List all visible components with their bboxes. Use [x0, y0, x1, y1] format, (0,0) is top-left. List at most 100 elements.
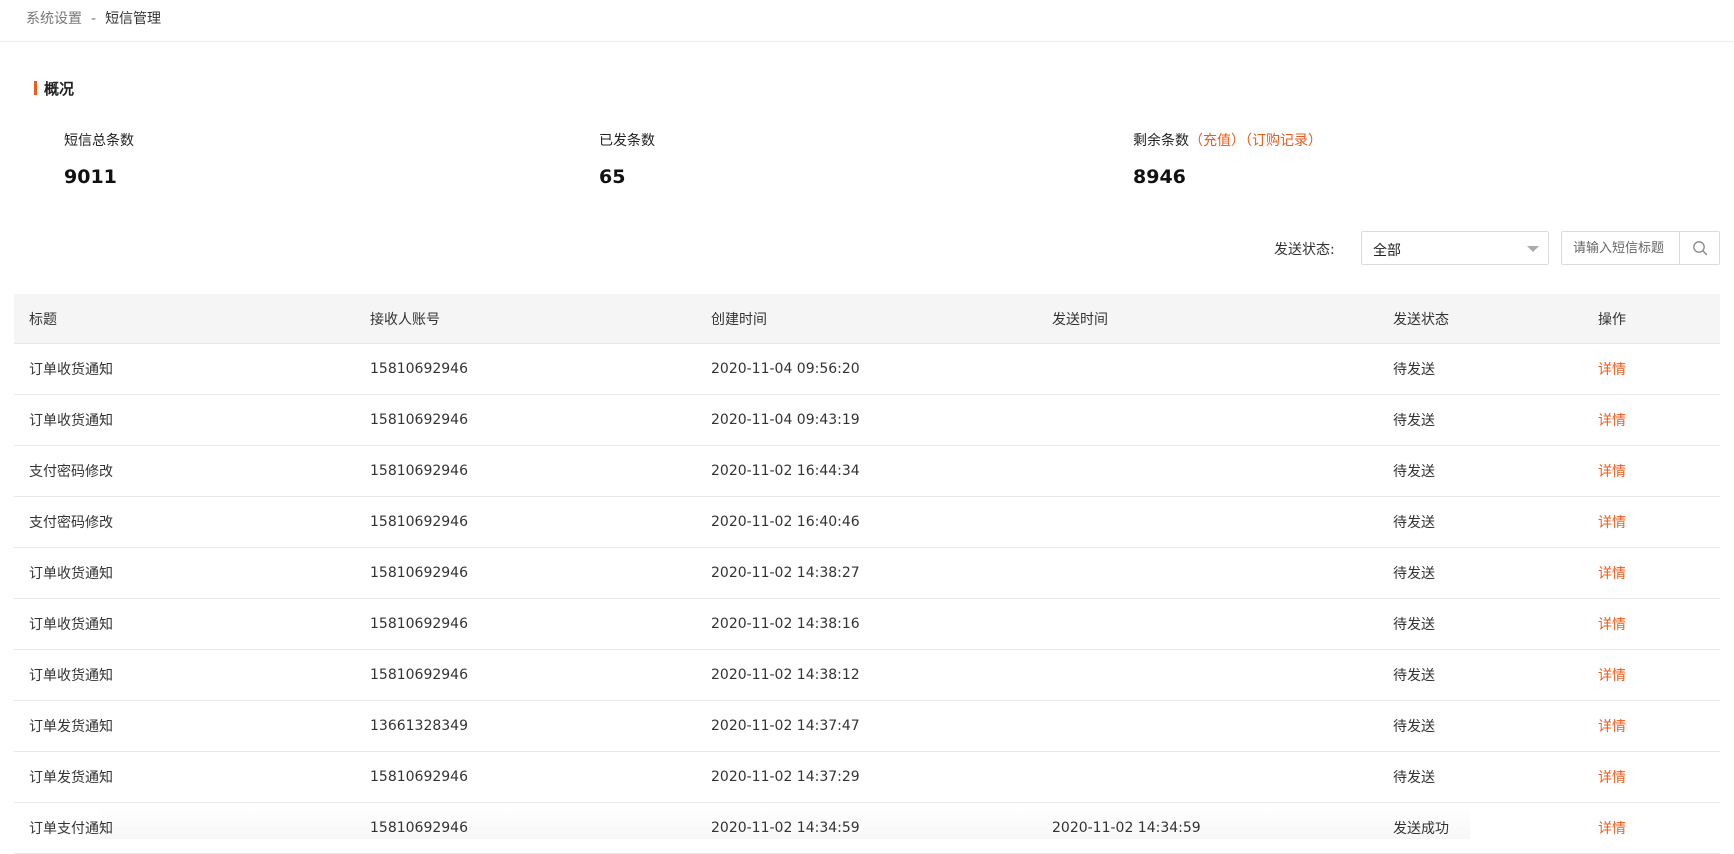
- stat-sent-label: 已发条数: [599, 133, 655, 149]
- table-row: 订单发货通知 13661328349 2020-11-02 14:37:47 待发送 详…: [14, 701, 1720, 752]
- cell-account: 15810692946: [370, 463, 468, 479]
- table-row: 订单收货通知 15810692946 2020-11-04 09:43:19 待发送 详…: [14, 395, 1720, 446]
- status-filter-select[interactable]: 全部: [1361, 231, 1549, 265]
- table-row: 订单收货通知 15810692946 2020-11-04 09:56:20 待发送 详…: [14, 344, 1720, 395]
- cell-title: 订单收货通知: [29, 668, 113, 684]
- cell-account: 15810692946: [370, 769, 468, 785]
- order-records-link[interactable]: （订购记录）: [1245, 133, 1322, 149]
- cell-title: 订单支付通知: [29, 821, 113, 837]
- cell-action: 详情: [1583, 563, 1720, 583]
- cell-created: 2020-11-02 14:37:29: [711, 769, 860, 785]
- search-button[interactable]: [1679, 232, 1719, 264]
- table-row: 支付密码修改 15810692946 2020-11-02 16:40:46 待发送 详…: [14, 497, 1720, 548]
- table-row: 订单支付通知 15810692946 2020-11-02 14:34:59 2020…: [14, 803, 1720, 854]
- stat-remaining-label-row: 剩余条数（充值）（订购记录）: [1133, 132, 1322, 150]
- cell-status: 发送成功: [1393, 821, 1449, 837]
- detail-link[interactable]: 详情: [1598, 770, 1626, 786]
- overview-heading: 概况: [34, 78, 74, 98]
- cell-created: 2020-11-02 16:40:46: [711, 514, 860, 530]
- cell-account: 15810692946: [370, 514, 468, 530]
- cell-created: 2020-11-02 14:37:47: [711, 718, 860, 734]
- heading-accent-bar: [34, 81, 37, 95]
- stat-sent: 已发条数 65: [599, 132, 655, 188]
- cell-created: 2020-11-02 16:44:34: [711, 463, 860, 479]
- cell-title: 订单收货通知: [29, 362, 113, 378]
- cell-status: 待发送: [1393, 617, 1435, 633]
- detail-link[interactable]: 详情: [1598, 566, 1626, 582]
- cell-status: 待发送: [1393, 668, 1435, 684]
- recharge-link[interactable]: （充值）: [1189, 133, 1245, 149]
- stat-sent-value: 65: [599, 166, 626, 188]
- top-bar: 系统设置 - 短信管理: [0, 0, 1734, 42]
- breadcrumb-current: 短信管理: [105, 11, 162, 27]
- cell-account: 15810692946: [370, 616, 468, 632]
- cell-account: 15810692946: [370, 565, 468, 581]
- cell-action: 详情: [1583, 818, 1720, 838]
- sms-table: 标题 接收人账号 创建时间 发送时间 发送状态 操作 订单收货通知 1581069…: [14, 294, 1720, 854]
- cell-action: 详情: [1583, 665, 1720, 685]
- cell-action: 详情: [1583, 410, 1720, 430]
- cell-action: 详情: [1583, 716, 1720, 736]
- cell-created: 2020-11-02 14:34:59: [711, 820, 860, 836]
- cell-title: 订单收货通知: [29, 566, 113, 582]
- col-status: 发送状态: [1393, 311, 1449, 328]
- detail-link[interactable]: 详情: [1598, 464, 1626, 480]
- cell-action: 详情: [1583, 359, 1720, 379]
- cell-title: 订单收货通知: [29, 413, 113, 429]
- cell-status: 待发送: [1393, 362, 1435, 378]
- detail-link[interactable]: 详情: [1598, 821, 1626, 837]
- status-filter-value: 全部: [1373, 243, 1401, 259]
- table-header: 标题 接收人账号 创建时间 发送时间 发送状态 操作: [14, 294, 1720, 344]
- cell-action: 详情: [1583, 512, 1720, 532]
- chevron-down-icon: [1527, 246, 1539, 252]
- cell-created: 2020-11-02 14:38:12: [711, 667, 860, 683]
- breadcrumb-parent[interactable]: 系统设置: [26, 11, 82, 27]
- cell-status: 待发送: [1393, 566, 1435, 582]
- col-action: 操作: [1598, 311, 1626, 328]
- cell-account: 15810692946: [370, 361, 468, 377]
- status-filter-label: 发送状态:: [1274, 242, 1335, 258]
- detail-link[interactable]: 详情: [1598, 617, 1626, 633]
- col-account: 接收人账号: [370, 311, 440, 328]
- cell-action: 详情: [1583, 614, 1720, 634]
- cell-created: 2020-11-02 14:38:27: [711, 565, 860, 581]
- table-row: 订单收货通知 15810692946 2020-11-02 14:38:12 待发送 详…: [14, 650, 1720, 701]
- cell-title: 订单收货通知: [29, 617, 113, 633]
- cell-created: 2020-11-02 14:38:16: [711, 616, 860, 632]
- stat-remaining: 剩余条数（充值）（订购记录） 8946: [1133, 132, 1322, 188]
- table-row: 支付密码修改 15810692946 2020-11-02 16:44:34 待发送 详…: [14, 446, 1720, 497]
- cell-created: 2020-11-04 09:43:19: [711, 412, 860, 428]
- cell-account: 15810692946: [370, 820, 468, 836]
- cell-title: 支付密码修改: [29, 464, 113, 480]
- search-input[interactable]: [1562, 232, 1679, 264]
- col-created: 创建时间: [711, 311, 767, 328]
- cell-status: 待发送: [1393, 719, 1435, 735]
- cell-action: 详情: [1583, 461, 1720, 481]
- table-row: 订单收货通知 15810692946 2020-11-02 14:38:16 待发送 详…: [14, 599, 1720, 650]
- search-icon: [1692, 241, 1707, 256]
- detail-link[interactable]: 详情: [1598, 413, 1626, 429]
- cell-account: 15810692946: [370, 667, 468, 683]
- detail-link[interactable]: 详情: [1598, 515, 1626, 531]
- cell-status: 待发送: [1393, 464, 1435, 480]
- table-body: 订单收货通知 15810692946 2020-11-04 09:56:20 待发送详…: [14, 344, 1720, 854]
- cell-status: 待发送: [1393, 770, 1435, 786]
- detail-link[interactable]: 详情: [1598, 719, 1626, 735]
- detail-link[interactable]: 详情: [1598, 362, 1626, 378]
- col-sent: 发送时间: [1052, 311, 1108, 328]
- col-title: 标题: [29, 311, 57, 328]
- stat-total: 短信总条数 9011: [64, 132, 134, 188]
- cell-status: 待发送: [1393, 413, 1435, 429]
- cell-created: 2020-11-04 09:56:20: [711, 361, 860, 377]
- table-row: 订单发货通知 15810692946 2020-11-02 14:37:29 待发送 详…: [14, 752, 1720, 803]
- breadcrumb: 系统设置 - 短信管理: [26, 10, 161, 28]
- cell-title: 支付密码修改: [29, 515, 113, 531]
- stat-remaining-label: 剩余条数: [1133, 133, 1189, 149]
- cell-status: 待发送: [1393, 515, 1435, 531]
- cell-account: 15810692946: [370, 412, 468, 428]
- detail-link[interactable]: 详情: [1598, 668, 1626, 684]
- search-box: [1561, 231, 1720, 265]
- overview-title: 概况: [44, 79, 75, 98]
- cell-action: 详情: [1583, 767, 1720, 787]
- stat-remaining-value: 8946: [1133, 166, 1186, 188]
